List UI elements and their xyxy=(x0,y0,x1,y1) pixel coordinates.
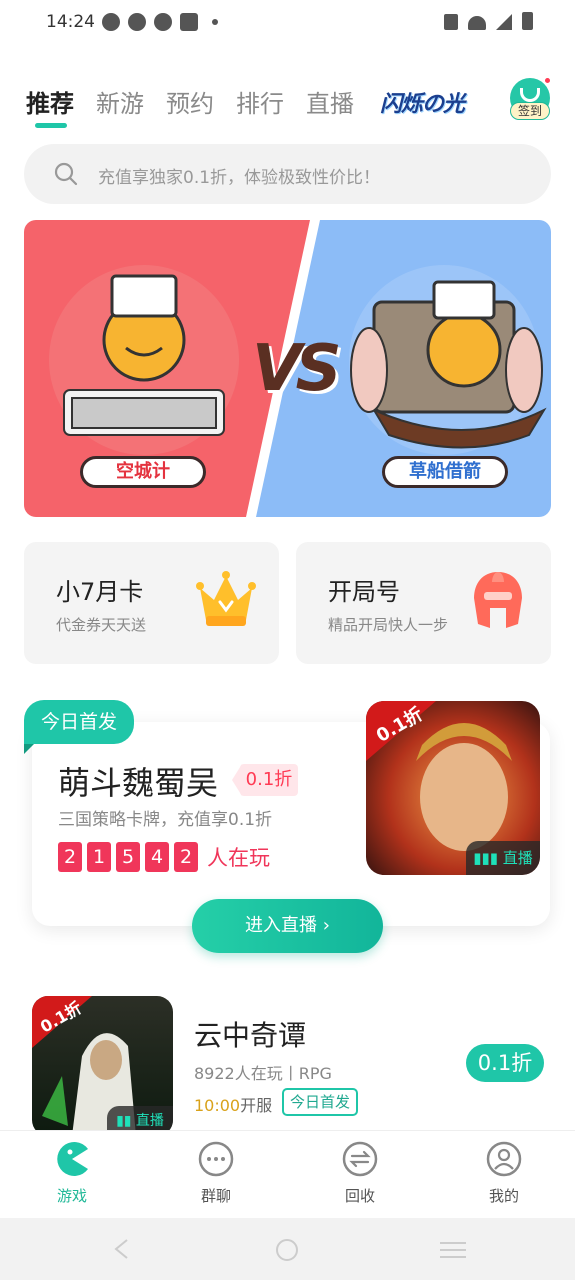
helmet-icon xyxy=(474,572,522,628)
tab-reservation[interactable]: 预约 xyxy=(166,84,214,119)
nav-label: 游戏 xyxy=(56,1187,87,1205)
search-bar[interactable]: 充值享独家0.1折，体验极致性价比！ xyxy=(24,144,551,204)
bottom-nav: 游戏 群聊 回收 我的 xyxy=(0,1130,575,1218)
tab-new-games[interactable]: 新游 xyxy=(96,84,144,119)
notification-icons xyxy=(102,13,218,31)
open-time: 10:00 xyxy=(194,1096,241,1115)
discount-button[interactable]: 0.1折 xyxy=(466,1044,544,1082)
counter-digit: 4 xyxy=(145,842,169,872)
list-item[interactable]: 0.1折 ▮▮ 直播 云中奇谭 8922人在玩丨RPG 10:00开服 今日首发… xyxy=(32,996,550,1136)
nav-label: 我的 xyxy=(488,1187,519,1205)
discount-tag: 0.1折 xyxy=(240,764,298,796)
nav-label: 群聊 xyxy=(200,1187,231,1205)
enter-live-button[interactable]: 进入直播 › xyxy=(192,899,383,953)
game-logo-tab[interactable]: 闪烁の光 xyxy=(380,86,465,118)
open-suffix: 开服 xyxy=(240,1096,273,1115)
vs-label: VS xyxy=(252,332,342,406)
nav-group-chat[interactable]: 群聊 xyxy=(176,1141,256,1206)
counter-digit: 2 xyxy=(174,842,198,872)
signal-icon xyxy=(496,14,512,30)
game-art[interactable]: 0.1折 ▮▮ 直播 xyxy=(32,996,173,1136)
tab-recommend[interactable]: 推荐 xyxy=(26,84,74,119)
tab-ranking[interactable]: 排行 xyxy=(236,84,284,119)
counter-digit: 1 xyxy=(87,842,111,872)
playing-counter: 2 1 5 4 2 人在玩 xyxy=(58,842,270,872)
starter-account-feature[interactable]: 开局号 精品开局快人一步 xyxy=(296,542,551,664)
settings-icon xyxy=(128,13,146,31)
battery-icon xyxy=(522,12,533,30)
wifi-icon xyxy=(468,16,486,30)
feature-title: 小7月卡 xyxy=(56,578,144,606)
counter-digit: 5 xyxy=(116,842,140,872)
system-nav-bar xyxy=(0,1218,575,1280)
notification-dot xyxy=(543,76,552,85)
system-icons xyxy=(444,12,533,30)
nav-recycle[interactable]: 回收 xyxy=(320,1141,400,1206)
top-tabs: 推荐 新游 预约 排行 直播 xyxy=(26,84,354,119)
feature-subtitle: 精品开局快人一步 xyxy=(328,616,449,634)
monthly-card-feature[interactable]: 小7月卡 代金券天天送 xyxy=(24,542,279,664)
nav-label: 回收 xyxy=(344,1187,375,1205)
message-icon xyxy=(102,13,120,31)
playing-suffix: 人在玩 xyxy=(207,846,270,870)
tab-live[interactable]: 直播 xyxy=(306,84,354,119)
badge-tail xyxy=(24,744,34,754)
crown-icon xyxy=(196,571,256,626)
banner-tag-left: 空城计 xyxy=(80,456,206,488)
today-first-badge: 今日首发 xyxy=(24,700,134,744)
promo-banner[interactable]: VS 空城计 草船借箭 xyxy=(24,220,551,517)
vibrate-icon xyxy=(444,14,458,30)
recycle-icon xyxy=(342,1141,378,1177)
more-dot-icon xyxy=(212,19,218,25)
live-bars-icon: ▮▮▮ xyxy=(473,849,503,867)
live-bars-icon: ▮▮ xyxy=(116,1113,136,1129)
live-badge-label: 直播 xyxy=(502,849,533,867)
banner-tag-right: 草船借箭 xyxy=(382,456,508,488)
search-placeholder: 充值享独家0.1折，体验极致性价比！ xyxy=(98,168,381,188)
game-title: 云中奇谭 xyxy=(194,1019,307,1052)
game-meta: 8922人在玩丨RPG xyxy=(194,1064,332,1083)
today-game-description: 三国策略卡牌，充值享0.1折 xyxy=(58,810,273,830)
compass-icon xyxy=(154,13,172,31)
server-open-time: 10:00开服 xyxy=(194,1092,272,1116)
bag-icon xyxy=(180,13,198,31)
nav-games[interactable]: 游戏 xyxy=(32,1141,112,1206)
signin-button[interactable]: 签到 xyxy=(508,76,552,122)
menu-icon[interactable] xyxy=(440,1240,466,1260)
today-game-title: 萌斗魏蜀吴 xyxy=(58,764,219,802)
chat-icon xyxy=(198,1141,234,1177)
status-time: 14:24 xyxy=(46,12,95,32)
search-icon xyxy=(54,162,78,186)
live-badge: ▮▮▮ 直播 xyxy=(466,841,540,875)
live-badge-label: 直播 xyxy=(135,1113,164,1129)
pacman-icon xyxy=(57,1142,88,1176)
back-icon[interactable] xyxy=(112,1238,132,1260)
today-first-tag: 今日首发 xyxy=(282,1088,359,1116)
home-icon[interactable] xyxy=(275,1238,299,1262)
feature-subtitle: 代金券天天送 xyxy=(56,616,147,634)
active-tab-indicator xyxy=(35,123,67,128)
today-game-art[interactable]: 0.1折 ▮▮▮ 直播 xyxy=(366,701,540,875)
feature-title: 开局号 xyxy=(328,578,400,606)
nav-profile[interactable]: 我的 xyxy=(464,1141,544,1206)
signin-label: 签到 xyxy=(510,102,550,120)
user-icon xyxy=(486,1141,522,1177)
counter-digit: 2 xyxy=(58,842,82,872)
status-bar: 14:24 xyxy=(0,0,575,48)
